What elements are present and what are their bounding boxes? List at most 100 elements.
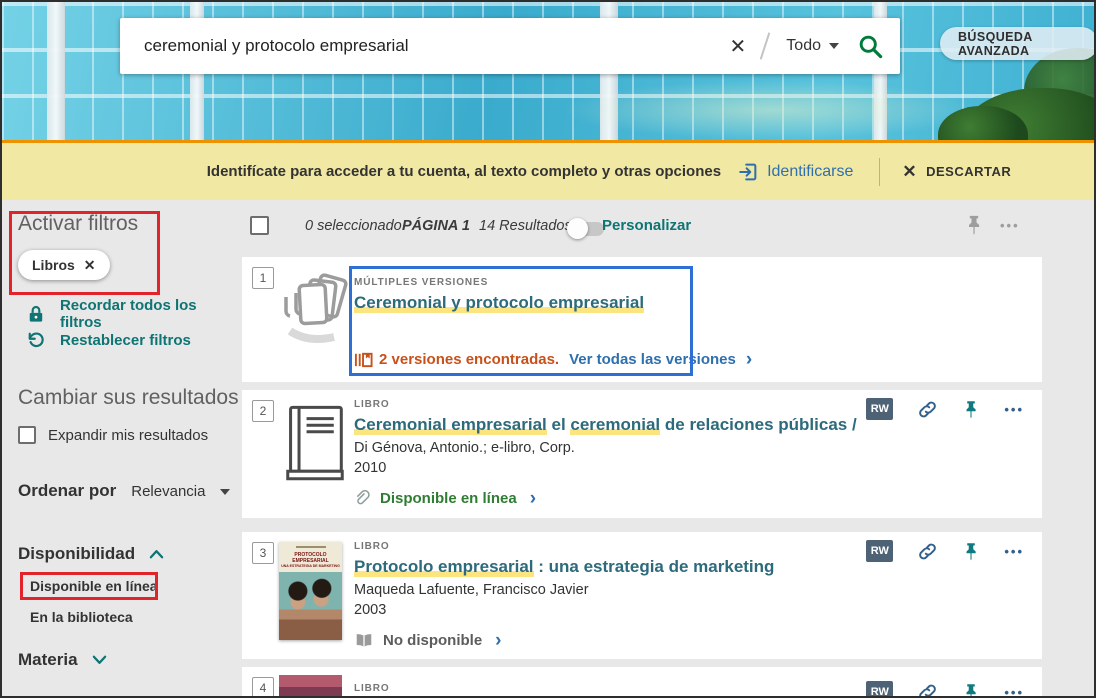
result-number: 3 xyxy=(252,542,274,564)
versions-found-text: 2 versiones encontradas. xyxy=(379,351,559,368)
record-title-link[interactable]: Ceremonial y protocolo empresarial xyxy=(354,292,892,313)
availability-link[interactable]: No disponible › xyxy=(354,631,892,650)
subject-title: Materia xyxy=(18,650,78,670)
cover-title: PROTOCOLO EMPRESARIAL xyxy=(279,552,342,564)
permalink-icon[interactable] xyxy=(917,541,938,562)
toggle-knob xyxy=(567,218,588,239)
record-summary: LIBRO Ceremonial empresarial el ceremoni… xyxy=(354,399,892,508)
highlighted-term: Ceremonial y protocolo empresarial xyxy=(354,293,644,313)
highlighted-term: Ceremonial empresarial xyxy=(354,415,547,435)
tweak-results-title: Cambiar sus resultados xyxy=(18,386,239,410)
result-row-1: 1 MÚLTIPLES VERSIONES Ceremonial y proto… xyxy=(242,257,1042,382)
dismiss-banner-button[interactable]: ✕ DESCARTAR xyxy=(902,162,1011,182)
pin-record-icon[interactable] xyxy=(962,541,980,562)
chevron-down-icon xyxy=(829,43,839,49)
facet-in-library[interactable]: En la biblioteca xyxy=(30,609,133,625)
record-type-label: LIBRO xyxy=(354,399,892,410)
availability-section-header[interactable]: Disponibilidad xyxy=(18,544,164,564)
open-book-icon xyxy=(354,633,374,648)
pin-record-icon[interactable] xyxy=(962,399,980,420)
multiple-versions-thumbnail[interactable] xyxy=(276,269,354,361)
expand-results-label: Expandir mis resultados xyxy=(48,427,208,444)
record-year: 2010 xyxy=(354,460,892,476)
building-column xyxy=(47,2,65,140)
resource-badge[interactable]: RW xyxy=(866,398,893,420)
highlighted-term: ceremonial xyxy=(570,415,660,435)
see-all-versions-link[interactable]: Ver todas las versiones xyxy=(569,351,736,368)
record-summary: MÚLTIPLES VERSIONES Ceremonial y protoco… xyxy=(354,277,892,313)
divider xyxy=(879,158,880,186)
sign-in-link[interactable]: Identificarse xyxy=(737,161,853,183)
signin-banner: Identifícate para acceder a tu cuenta, a… xyxy=(2,140,1096,200)
select-all-checkbox[interactable] xyxy=(250,216,269,235)
result-row-2: 2 LIBRO Ceremonial empresarial el ceremo… xyxy=(242,390,1042,518)
permalink-icon[interactable] xyxy=(917,682,938,698)
record-type-label: LIBRO xyxy=(354,683,892,694)
sign-in-label: Identificarse xyxy=(767,163,853,181)
book-thumbnail[interactable] xyxy=(284,403,346,485)
personalize-label[interactable]: Personalizar xyxy=(602,217,691,234)
reset-filters-link[interactable]: Restablecer filtros xyxy=(26,330,191,350)
results-count: 14 Resultados xyxy=(479,218,572,234)
result-number: 1 xyxy=(252,267,274,289)
pin-record-icon[interactable] xyxy=(962,682,980,698)
record-title-link[interactable]: Protocolo empresarial : una estrategia d… xyxy=(354,556,892,577)
facet-available-online[interactable]: Disponible en línea xyxy=(30,578,158,594)
link-icon xyxy=(354,490,371,507)
record-type-label: MÚLTIPLES VERSIONES xyxy=(354,277,892,288)
versions-icon xyxy=(354,350,373,369)
chevron-up-icon xyxy=(149,549,164,559)
record-actions: RW ••• xyxy=(866,540,1024,562)
cover-illustration xyxy=(279,572,342,640)
filter-chip-libros[interactable]: Libros ✕ xyxy=(18,250,110,280)
search-scope-dropdown[interactable]: Todo xyxy=(786,37,821,55)
more-actions-icon[interactable]: ••• xyxy=(1004,685,1024,698)
filter-chip-label: Libros xyxy=(32,257,75,273)
clear-search-icon[interactable]: ✕ xyxy=(722,34,755,59)
search-bar: ceremonial y protocolo empresarial ✕ Tod… xyxy=(120,18,900,74)
results-area: 0 seleccionado PÁGINA 1 14 Resultados Pe… xyxy=(242,200,1094,696)
chevron-right-icon: › xyxy=(495,631,501,650)
resource-badge[interactable]: RW xyxy=(866,681,893,698)
expand-results-checkbox[interactable] xyxy=(18,426,36,444)
facets-sidebar: Activar filtros Libros ✕ Recordar todos … xyxy=(2,200,242,696)
sort-by-dropdown[interactable]: Relevancia xyxy=(131,483,205,500)
subject-section-header[interactable]: Materia xyxy=(18,650,107,670)
search-input[interactable]: ceremonial y protocolo empresarial xyxy=(144,36,722,56)
result-row-3: 3 PROTOCOLO EMPRESARIAL UNA ESTRATEGIA D… xyxy=(242,532,1042,659)
availability-title: Disponibilidad xyxy=(18,544,135,564)
permalink-icon[interactable] xyxy=(917,399,938,420)
more-options-icon[interactable]: ••• xyxy=(1000,218,1020,233)
selected-count: 0 seleccionado xyxy=(305,218,402,234)
result-number: 2 xyxy=(252,400,274,422)
remember-filters-link[interactable]: Recordar todos los filtros xyxy=(26,297,242,331)
advanced-search-button[interactable]: BÚSQUEDA AVANZADA xyxy=(940,27,1096,60)
sort-by-label: Ordenar por xyxy=(18,481,116,501)
book-cover-thumbnail[interactable]: PROTOCOLO EMPRESARIAL UNA ESTRATEGIA DE … xyxy=(279,542,342,640)
chevron-right-icon: › xyxy=(746,350,752,369)
more-actions-icon[interactable]: ••• xyxy=(1004,544,1024,559)
resource-badge[interactable]: RW xyxy=(866,540,893,562)
title-text: de relaciones públicas / xyxy=(660,415,857,434)
availability-link[interactable]: Disponible en línea › xyxy=(354,489,892,508)
book-cover-thumbnail[interactable] xyxy=(279,675,342,698)
book-cover xyxy=(279,675,342,698)
versions-link-row[interactable]: 2 versiones encontradas. Ver todas las v… xyxy=(354,350,752,369)
availability-text: No disponible xyxy=(383,632,482,649)
chevron-right-icon: › xyxy=(530,489,536,508)
more-actions-icon[interactable]: ••• xyxy=(1004,402,1024,417)
search-icon[interactable] xyxy=(857,33,884,60)
banner-message: Identifícate para acceder a tu cuenta, a… xyxy=(207,163,721,180)
record-summary: LIBRO Protocolo empresarial : una estrat… xyxy=(354,541,892,650)
record-title-link[interactable]: Ceremonial empresarial el ceremonial de … xyxy=(354,414,892,435)
personalize-toggle[interactable] xyxy=(570,222,604,236)
record-author: Maqueda Lafuente, Francisco Javier xyxy=(354,582,892,598)
record-author: Di Génova, Antonio.; e-libro, Corp. xyxy=(354,440,892,456)
reset-icon xyxy=(26,330,46,350)
page-indicator: PÁGINA 1 xyxy=(402,218,470,234)
chevron-down-icon xyxy=(220,489,230,495)
remove-filter-icon[interactable]: ✕ xyxy=(84,257,96,274)
pin-results-icon[interactable] xyxy=(964,214,984,236)
record-summary: LIBRO xyxy=(354,683,892,694)
remember-filters-label: Recordar todos los filtros xyxy=(60,297,242,331)
